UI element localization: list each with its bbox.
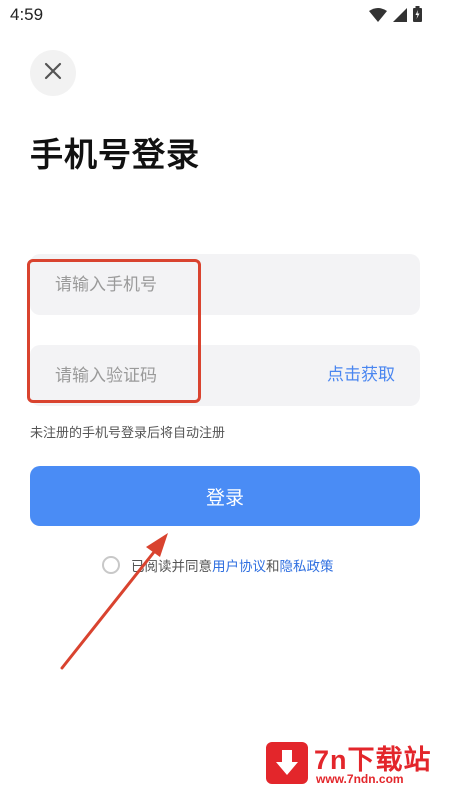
agreement-checkbox[interactable] [102, 556, 120, 574]
user-agreement-link[interactable]: 用户协议 [212, 555, 266, 575]
phone-field [30, 254, 420, 315]
page-title: 手机号登录 [30, 135, 200, 174]
download-icon [266, 742, 308, 784]
code-field: 点击获取 [30, 345, 420, 406]
status-time: 4:59 [10, 5, 44, 24]
watermark-logo: 7n下载站 www.7ndn.com [262, 738, 442, 793]
battery-icon [413, 6, 422, 26]
wifi-icon [369, 7, 387, 26]
watermark-url: www.7ndn.com [316, 772, 404, 786]
status-bar: 4:59 [0, 0, 450, 30]
signal-icon [393, 7, 407, 26]
agreement-prefix: 已阅读并同意 [131, 559, 212, 575]
login-button[interactable]: 登录 [30, 466, 420, 526]
agreement-conjunction: 和 [266, 559, 280, 575]
close-button[interactable] [30, 50, 76, 96]
login-screen: 4:59 手机号登录 点击获取 未注册的手机 [0, 0, 450, 800]
code-input[interactable] [30, 345, 300, 406]
get-code-button[interactable]: 点击获取 [327, 345, 395, 406]
agreement-row: 已阅读并同意 用户协议 和 隐私政策 [102, 555, 334, 575]
status-icons [369, 6, 422, 26]
privacy-policy-link[interactable]: 隐私政策 [280, 555, 334, 575]
close-icon [44, 62, 62, 84]
phone-input[interactable] [30, 254, 420, 315]
auto-register-hint: 未注册的手机号登录后将自动注册 [30, 426, 226, 441]
